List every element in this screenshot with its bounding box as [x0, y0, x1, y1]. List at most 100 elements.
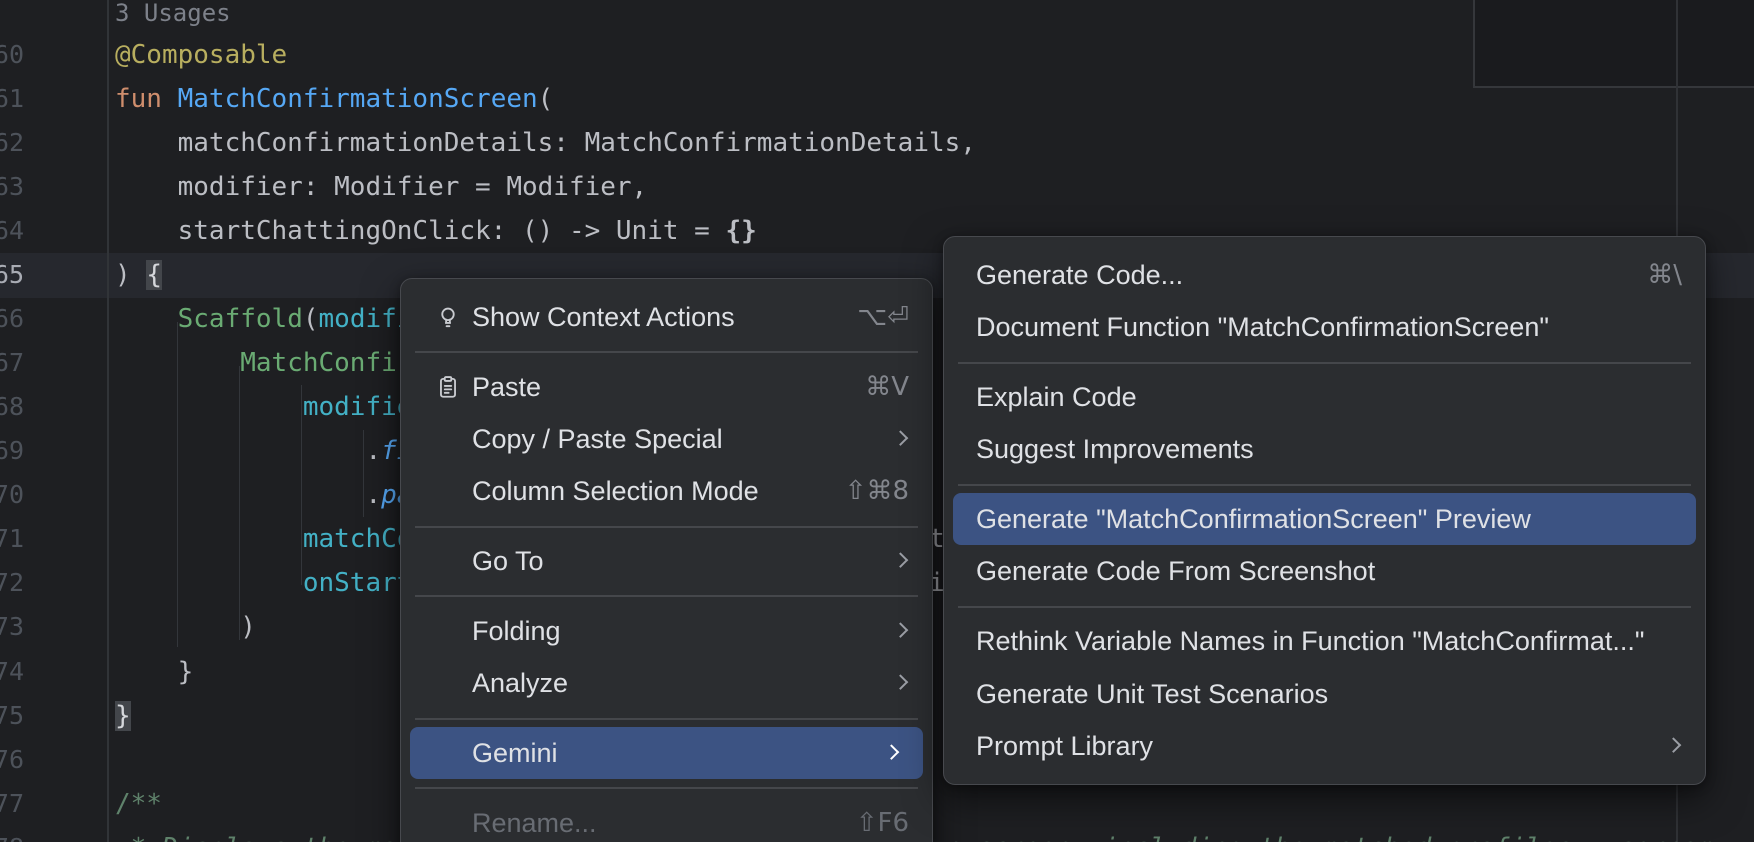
- ide-screen: 3 Usages 6061626364656667686970717273747…: [0, 0, 1754, 842]
- menu-item-shortcut: ⌘V: [865, 361, 909, 413]
- menu-item-shortcut: ⌘\: [1647, 249, 1682, 301]
- gemini-submenu-item-rethink-variable-names-in-function-matchconfirmat[interactable]: Rethink Variable Names in Function "Matc…: [944, 615, 1705, 667]
- context-menu-item-copy-paste-special[interactable]: Copy / Paste Special: [401, 413, 932, 465]
- code-line-62[interactable]: matchConfirmationDetails: MatchConfirmat…: [115, 121, 976, 165]
- menu-item-label: Rename...: [472, 808, 597, 838]
- gemini-submenu-item-document-function-matchconfirmationscreen[interactable]: Document Function "MatchConfirmationScre…: [944, 301, 1705, 353]
- context-menu-item-go-to[interactable]: Go To: [401, 535, 932, 587]
- menu-item-label: Analyze: [472, 668, 568, 698]
- gutter-line-number[interactable]: 60: [0, 33, 24, 77]
- clipboard-icon: [435, 374, 461, 400]
- gutter-line-number[interactable]: 69: [0, 429, 24, 473]
- code-segment: startChattingOnClick: () -> Unit =: [115, 216, 725, 246]
- menu-item-label: Rethink Variable Names in Function "Matc…: [976, 626, 1644, 656]
- submenu-arrow-icon: [884, 745, 900, 761]
- gutter-separator: [107, 0, 109, 842]
- gutter-line-number[interactable]: 63: [0, 165, 24, 209]
- gemini-submenu-item-generate-matchconfirmationscreen-preview[interactable]: Generate "MatchConfirmationScreen" Previ…: [953, 493, 1696, 545]
- code-line-74[interactable]: }: [115, 650, 193, 694]
- context-menu-item-paste[interactable]: Paste⌘V: [401, 361, 932, 413]
- code-line-77[interactable]: /**: [115, 782, 162, 826]
- code-line-63[interactable]: modifier: Modifier = Modifier,: [115, 165, 647, 209]
- usages-inlay-hint[interactable]: 3 Usages: [115, 0, 231, 35]
- menu-item-label: Column Selection Mode: [472, 476, 759, 506]
- submenu-arrow-icon: [893, 553, 909, 569]
- code-segment: (: [303, 304, 319, 334]
- menu-item-label: Generate Code...: [976, 260, 1183, 290]
- menu-separator: [944, 598, 1705, 616]
- gutter-line-number[interactable]: 72: [0, 561, 24, 605]
- gutter-line-number[interactable]: 62: [0, 121, 24, 165]
- menu-item-label: Document Function "MatchConfirmationScre…: [976, 312, 1549, 342]
- context-menu-item-gemini[interactable]: Gemini: [410, 727, 923, 779]
- lightbulb-icon: [435, 304, 461, 330]
- code-line-73[interactable]: ): [115, 605, 256, 649]
- code-line-78[interactable]: * Displays the ma: [115, 826, 397, 842]
- submenu-arrow-icon: [893, 431, 909, 447]
- context-menu-item-show-context-actions[interactable]: Show Context Actions⌥⏎: [401, 291, 932, 343]
- gutter-line-number[interactable]: 78: [0, 826, 24, 842]
- context-menu-item-column-selection-mode[interactable]: Column Selection Mode⇧⌘8: [401, 465, 932, 517]
- code-segment: fun: [115, 84, 178, 114]
- menu-separator: [401, 343, 932, 361]
- gutter-line-number[interactable]: 73: [0, 605, 24, 649]
- submenu-arrow-icon: [893, 675, 909, 691]
- gutter-line-number[interactable]: 70: [0, 473, 24, 517]
- code-segment: [115, 524, 303, 554]
- code-segment: /**: [115, 789, 162, 819]
- gutter-line-number[interactable]: 76: [0, 738, 24, 782]
- gemini-submenu: Generate Code... ⌘\ Document Function "Mat…: [943, 236, 1706, 785]
- gutter-line-number[interactable]: 68: [0, 385, 24, 429]
- code-line-61[interactable]: fun MatchConfirmationScreen(: [115, 77, 553, 121]
- menu-item-label: Suggest Improvements: [976, 434, 1254, 464]
- menu-item-shortcut: ⇧F6: [856, 797, 909, 842]
- context-menu: Show Context Actions⌥⏎ Paste⌘VCopy / Past…: [400, 278, 933, 842]
- gutter-line-number[interactable]: 75: [0, 694, 24, 738]
- menu-item-shortcut: ⌥⏎: [857, 291, 909, 343]
- gutter-line-number[interactable]: 61: [0, 77, 24, 121]
- submenu-arrow-icon: [1666, 737, 1682, 753]
- context-menu-item-analyze[interactable]: Analyze: [401, 657, 932, 709]
- code-segment: Scaffold: [178, 304, 303, 334]
- code-line-60[interactable]: @Composable: [115, 33, 287, 77]
- code-segment: [115, 304, 178, 334]
- gutter-line-number[interactable]: 77: [0, 782, 24, 826]
- code-segment: {: [146, 260, 162, 290]
- menu-item-label: Generate Unit Test Scenarios: [976, 679, 1328, 709]
- gemini-submenu-item-suggest-improvements[interactable]: Suggest Improvements: [944, 423, 1705, 475]
- gemini-submenu-item-prompt-library[interactable]: Prompt Library: [944, 720, 1705, 772]
- code-segment: {}: [725, 216, 756, 246]
- menu-separator: [944, 354, 1705, 372]
- top-right-panel-edge: [1473, 0, 1754, 88]
- menu-item-label: Folding: [472, 616, 561, 646]
- code-line-65[interactable]: ) {: [115, 253, 162, 297]
- gutter-line-number[interactable]: 65: [0, 253, 24, 297]
- gemini-submenu-item-generate-code[interactable]: Generate Code... ⌘\: [944, 249, 1705, 301]
- menu-item-label: Prompt Library: [976, 731, 1153, 761]
- context-menu-item-rename[interactable]: Rename... ⇧F6: [401, 797, 932, 842]
- code-comment-fragment: n screen, including the matched profiles…: [946, 826, 1713, 842]
- gutter-line-number[interactable]: 67: [0, 341, 24, 385]
- menu-separator: [401, 710, 932, 728]
- gemini-submenu-item-generate-unit-test-scenarios[interactable]: Generate Unit Test Scenarios: [944, 668, 1705, 720]
- gemini-submenu-item-explain-code[interactable]: Explain Code: [944, 371, 1705, 423]
- menu-separator: [401, 518, 932, 536]
- code-segment: MatchConfirmationScreen: [178, 84, 538, 114]
- menu-item-label: Generate "MatchConfirmationScreen" Previ…: [976, 504, 1531, 534]
- submenu-arrow-icon: [893, 622, 909, 638]
- gemini-submenu-item-generate-code-from-screenshot[interactable]: Generate Code From Screenshot: [944, 545, 1705, 597]
- menu-item-label: Go To: [472, 546, 544, 576]
- code-segment: [115, 348, 240, 378]
- context-menu-item-folding[interactable]: Folding: [401, 605, 932, 657]
- gutter-line-number[interactable]: 66: [0, 297, 24, 341]
- code-segment: .: [115, 436, 381, 466]
- menu-item-label: Gemini: [472, 738, 558, 768]
- gutter-line-number[interactable]: 64: [0, 209, 24, 253]
- gutter-line-number[interactable]: 71: [0, 517, 24, 561]
- code-line-64[interactable]: startChattingOnClick: () -> Unit = {}: [115, 209, 757, 253]
- code-line-75[interactable]: }: [115, 694, 131, 738]
- menu-item-label: Explain Code: [976, 382, 1137, 412]
- gutter-line-number[interactable]: 74: [0, 650, 24, 694]
- menu-separator: [944, 476, 1705, 494]
- code-segment: @Composable: [115, 40, 287, 70]
